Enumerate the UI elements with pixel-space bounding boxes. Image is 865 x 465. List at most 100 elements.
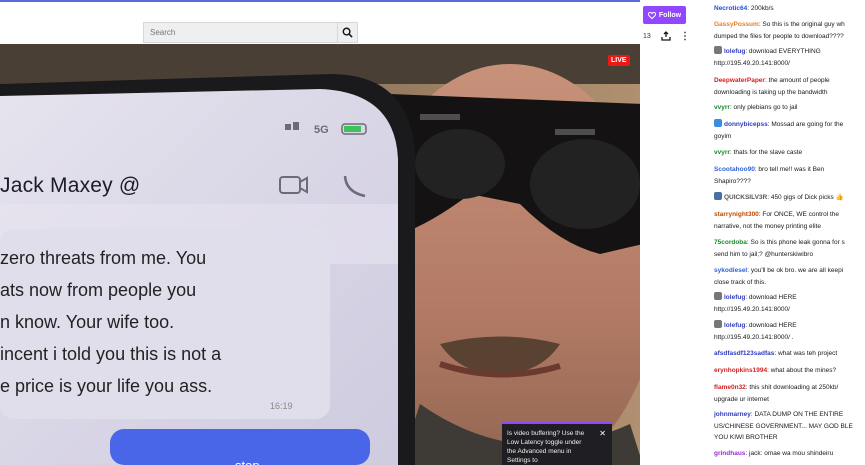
follow-label: Follow (658, 11, 682, 19)
chat-message: lolefug: download HERE http://195.49.20.… (714, 320, 865, 343)
chat-message: grindhaus: jack: omae wa mou shindeiru (714, 448, 865, 460)
chat-username[interactable]: donnybicepss (724, 121, 768, 128)
chat-text: : what was teh project (774, 350, 838, 357)
chat-message: vvyrr: only plebians go to jail (714, 102, 865, 114)
message-line: n know. Your wife too. (0, 312, 175, 332)
chat-text-cont: goyim (714, 132, 732, 140)
chat-text: : Mossad are going for the (767, 121, 844, 128)
chat-username[interactable]: 75cordoba (714, 239, 747, 246)
chat-text: : DATA DUMP ON THE ENTIRE (750, 411, 844, 418)
message-bubble-text: stop (235, 458, 260, 465)
chat-message: sykodiesel: you'll be ok bro. we are all… (714, 265, 865, 288)
chat-username[interactable]: vvyrr (714, 104, 730, 111)
chat-message: lolefug: download HERE http://195.49.20.… (714, 292, 865, 315)
user-badge-icon (714, 320, 722, 328)
search-button[interactable] (337, 22, 358, 43)
chat-username[interactable]: erynhopkins1994 (714, 367, 767, 374)
chat-text-cont: US/CHINESE GOVERNMENT... MAY GOD BLE (714, 422, 853, 430)
chat-text: : 200kb/s (747, 5, 774, 12)
status-5g: 5G (314, 124, 329, 136)
follow-button[interactable]: Follow (643, 6, 686, 24)
video-player[interactable]: Jack Maxey @ 5G zero threats from me. Yo… (0, 44, 643, 465)
chat-message: QUICKSILV3R: 450 gigs of Dick picks 👍 (714, 192, 865, 204)
chat-message: donnybicepss: Mossad are going for the g… (714, 119, 865, 142)
chat-text: : So is this phone leak gonna for s (746, 239, 845, 246)
chat-text-cont[interactable]: http://195.49.20.141:8000/ . (714, 334, 794, 341)
chat-message: afsdfasdf123sadfas: what was teh project (714, 348, 865, 360)
close-icon[interactable]: ✕ (599, 429, 606, 438)
buffering-tooltip: Is video buffering? Use the Low Latency … (502, 422, 612, 465)
chat-text: : So this is the original guy wh (758, 21, 845, 28)
search-icon (342, 27, 353, 38)
message-line: zero threats from me. You (0, 248, 207, 268)
chat-message: starrynight300: For ONCE, WE control the… (714, 209, 865, 232)
user-badge-icon (714, 46, 722, 54)
message-line: incent i told you this is not a (0, 344, 222, 364)
heart-icon (647, 11, 656, 19)
chat-message: flame0n32: this shit downloading at 250k… (714, 382, 865, 405)
chat-text-cont: close track of this. (714, 278, 767, 286)
chat-username[interactable]: johnmarney (714, 411, 751, 418)
chat-message: Necrotic64: 200kb/s (714, 3, 865, 15)
chat-text-cont: downloading is taking up the bandwidth (714, 88, 828, 96)
chat-text: : 450 gigs of Dick picks 👍 (767, 194, 844, 201)
user-badge-icon (714, 292, 722, 300)
chat-text: : download EVERYTHING (745, 48, 821, 55)
chat-message: erynhopkins1994: what about the mines? (714, 365, 865, 377)
chat-username[interactable]: QUICKSILV3R (724, 194, 767, 201)
user-badge-icon (714, 192, 722, 200)
user-badge-icon (714, 119, 722, 127)
chat-username[interactable]: grindhaus (714, 450, 745, 457)
search-input[interactable] (143, 22, 337, 43)
chat-username[interactable]: DeepwaterPaper (714, 77, 765, 84)
message-line: e price is your life you ass. (0, 376, 213, 396)
chat-text: : the amount of people (764, 77, 830, 84)
chat-text-cont: Shapiro???? (714, 177, 751, 185)
chat-username[interactable]: sykodiesel (714, 267, 747, 274)
chat-message: Scootahoo90: bro tell me!! was it Ben Sh… (714, 164, 865, 187)
chat-text: : thats for the slave caste (729, 149, 803, 156)
chat-username[interactable]: lolefug (724, 48, 745, 55)
chat-text: : download HERE (745, 294, 797, 301)
chat-username[interactable]: lolefug (724, 294, 745, 301)
chat-username[interactable]: Necrotic64 (714, 5, 747, 12)
chat-username[interactable]: starrynight300 (714, 211, 759, 218)
chat-text: : what about the mines? (767, 367, 837, 374)
search-bar (143, 22, 358, 43)
channel-actions (640, 0, 705, 465)
chat-panel: Necrotic64: 200kb/s GassyPossum: So this… (705, 0, 865, 465)
chat-message: GassyPossum: So this is the original guy… (714, 19, 865, 42)
more-options-icon[interactable]: ⋮ (680, 31, 690, 42)
message-line: ats now from people you (0, 280, 197, 300)
chat-text: : For ONCE, WE control the (758, 211, 839, 218)
tooltip-text: Is video buffering? Use the Low Latency … (507, 430, 585, 464)
chat-text: : only plebians go to jail (729, 104, 798, 111)
chat-username[interactable]: lolefug (724, 322, 745, 329)
chat-message: johnmarney: DATA DUMP ON THE ENTIRE US/C… (714, 409, 865, 444)
chat-username[interactable]: Scootahoo90 (714, 166, 755, 173)
chat-username[interactable]: flame0n32 (714, 384, 746, 391)
live-badge: LIVE (608, 55, 630, 66)
chat-text: : this shit downloading at 250kb/ (745, 384, 839, 391)
share-icon[interactable] (661, 31, 671, 41)
chat-text: : you'll be ok bro. we are all keepi (747, 267, 844, 274)
chat-text-cont: narrative, not the money printing elite (714, 222, 821, 230)
chat-message: lolefug: download EVERYTHING http://195.… (714, 46, 865, 69)
chat-username[interactable]: afsdfasdf123sadfas (714, 350, 774, 357)
chat-message: 75cordoba: So is this phone leak gonna f… (714, 237, 865, 260)
chat-username[interactable]: GassyPossum (714, 21, 759, 28)
chat-username[interactable]: vvyrr (714, 149, 730, 156)
chat-text-cont: YOU KIWI BROTHER (714, 434, 778, 441)
chat-text-cont[interactable]: http://195.49.20.141:8000/ (714, 306, 790, 313)
chat-text-cont: dumped the files for people to download?… (714, 32, 844, 40)
chat-text-cont: send him to jail;? @hunterskiwibro (714, 250, 814, 258)
chat-text: : bro tell me!! was it Ben (754, 166, 825, 173)
chat-text: : jack: omae wa mou shindeiru (745, 450, 834, 457)
contact-name: Jack Maxey @ (0, 174, 141, 197)
chat-text-cont[interactable]: http://195.49.20.141:8000/ (714, 60, 790, 67)
app-root: Jack Maxey @ 5G zero threats from me. Yo… (0, 0, 865, 465)
chat-message: vvyrr: thats for the slave caste (714, 147, 865, 159)
viewer-count: 13 (643, 33, 651, 40)
chat-text-cont: upgrade ur internet (714, 395, 769, 403)
top-bar (0, 0, 640, 44)
